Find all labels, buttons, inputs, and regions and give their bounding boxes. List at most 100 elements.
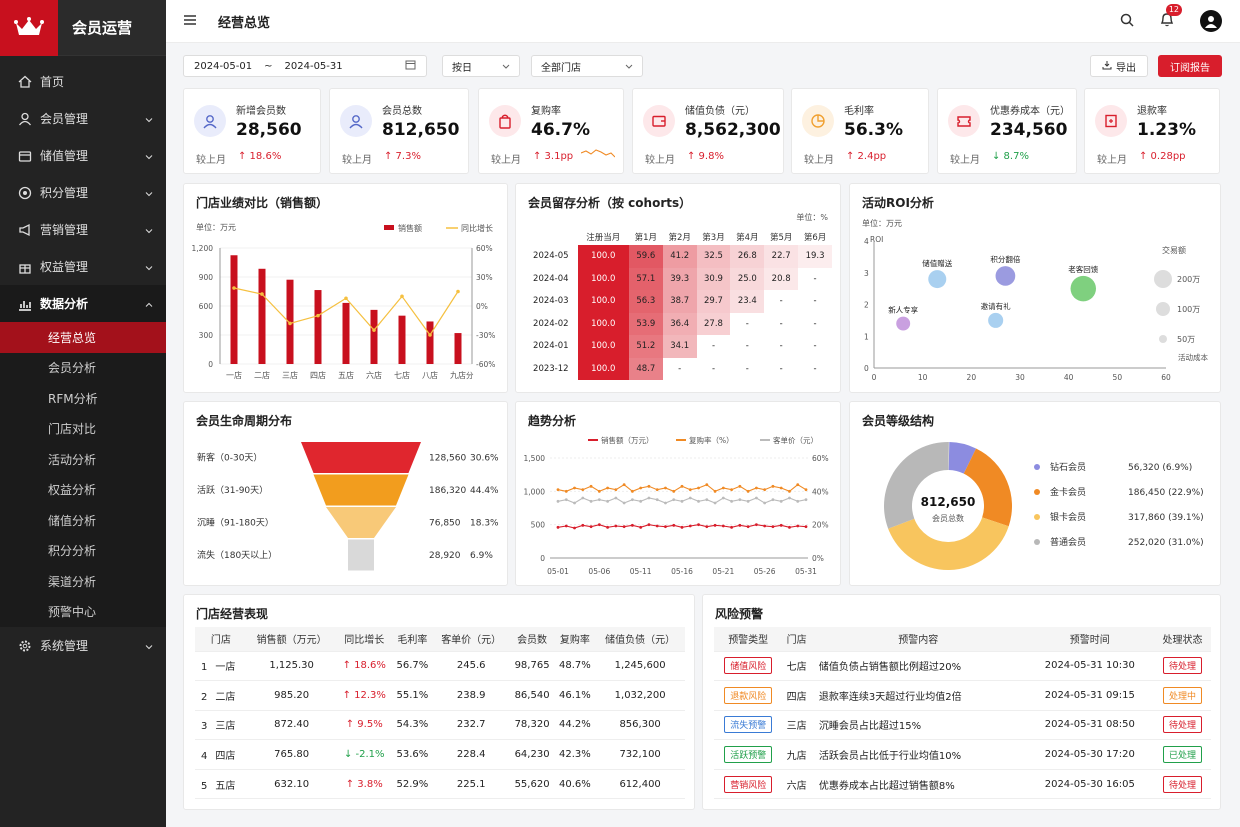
store-aov-cell: 228.4 (432, 739, 510, 770)
store-members-cell: 64,230 (509, 739, 555, 770)
notification-bell-icon[interactable]: 12 (1160, 4, 1182, 30)
store-table-col-header: 毛利率 (392, 627, 433, 652)
roi-bubble (896, 316, 911, 331)
sidebar-item-4[interactable]: 营销管理 (0, 211, 166, 248)
risk-status-tag[interactable]: 处理中 (1162, 686, 1202, 704)
retention-col-header: 第5月 (769, 233, 793, 243)
risk-status-tag[interactable]: 待处理 (1162, 775, 1202, 793)
sidebar-subitem-7[interactable]: 积分分析 (0, 536, 166, 567)
trend-xtick: 05-31 (795, 567, 817, 576)
store-rank: 2 (201, 691, 208, 703)
retention-cell: 38.7 (662, 290, 697, 313)
kpi-value: 234,560 (990, 120, 1068, 140)
subscribe-report-button[interactable]: 订阅报告 (1158, 55, 1222, 77)
trend-point (647, 496, 651, 500)
period-select[interactable]: 按日 (442, 55, 520, 77)
sidebar-subitem-1[interactable]: 会员分析 (0, 353, 166, 384)
bar-mark (230, 255, 238, 364)
retention-cell: 100.0 (577, 312, 629, 335)
risk-status-tag[interactable]: 待处理 (1162, 716, 1202, 734)
period-select-value: 按日 (452, 62, 472, 74)
table-row[interactable]: 2 二店 985.20 ↑ 12.3% 55.1% 238.9 86,540 46.1% 1,0… (195, 680, 685, 711)
bar-y2tick-label: -60% (476, 360, 495, 369)
sidebar-item-0[interactable]: 首页 (0, 63, 166, 100)
table-row[interactable]: 营销风险 六店 优惠券成本占比超过销售额8% 2024-05-30 16:05 待处理 (714, 769, 1211, 800)
sidebar-item-6[interactable]: 数据分析 (0, 285, 166, 322)
table-row[interactable]: 3 三店 872.40 ↑ 9.5% 54.3% 232.7 78,320 44.2% 856,… (195, 710, 685, 741)
table-row[interactable]: 流失预警 三店 沉睡会员占比超过15% 2024-05-31 08:50 待处理 (714, 710, 1211, 741)
trend-xtick: 05-16 (671, 567, 693, 576)
trend-point (597, 523, 601, 527)
risk-store-cell: 六店 (782, 769, 811, 800)
risk-status-tag[interactable]: 待处理 (1162, 657, 1202, 675)
trend-y2tick: 20% (812, 521, 829, 530)
retention-cell: 48.7 (628, 357, 663, 380)
date-separator: ~ (264, 60, 273, 72)
table-row[interactable]: 4 四店 765.80 ↓ -2.1% 53.6% 228.4 64,230 42.3% 732… (195, 739, 685, 770)
home-icon (18, 75, 32, 89)
kpi-card-2: 复购率 46.7% 较上月 ↑ 3.1pp (478, 88, 624, 174)
user-avatar[interactable] (1200, 10, 1222, 32)
sidebar-subitem-4[interactable]: 活动分析 (0, 444, 166, 475)
sidebar-subitem-5[interactable]: 权益分析 (0, 475, 166, 506)
store-performance-card: 门店经营表现 门店 销售额（万元） 同比增长 毛利率 客单价（元） 会员数 复购率 储值负债（… (183, 594, 695, 810)
table-row[interactable]: 活跃预警 九店 活跃会员占比低于行业均值10% 2024-05-30 17:20 已处理 (714, 739, 1211, 770)
user-icon (18, 112, 32, 126)
bar-category-label: 四店 (310, 370, 326, 380)
risk-status-cell: 待处理 (1153, 769, 1211, 800)
export-button[interactable]: 导出 (1090, 55, 1148, 77)
sidebar-item-1[interactable]: 会员管理 (0, 100, 166, 137)
crown-logo-icon (0, 0, 58, 56)
search-icon[interactable] (1120, 13, 1134, 30)
kpi-value: 8,562,300 (685, 120, 781, 140)
trend-legend-label: 销售额（万元） (601, 435, 654, 445)
trend-legend-label: 客单价（元） (773, 435, 818, 445)
trend-point (713, 489, 717, 493)
retention-cell: - (745, 363, 749, 374)
roi-bubble-label: 邀请有礼 (981, 301, 1011, 311)
table-row[interactable]: 1 一店 1,125.30 ↑ 18.6% 56.7% 245.6 98,765 48.7% 1… (195, 651, 685, 682)
tier-card: 会员等级结构 812,650 会员总数 钻石会员 56,320 (6.9%) 金卡会员 1… (849, 401, 1221, 586)
trend-point (622, 483, 626, 487)
points-icon (18, 186, 32, 200)
menu-toggle-icon[interactable] (184, 14, 196, 28)
sidebar-subitem-2[interactable]: RFM分析 (0, 383, 166, 414)
sidebar-item-2[interactable]: 储值管理 (0, 137, 166, 174)
risk-type-tag: 流失预警 (724, 716, 773, 734)
date-range-picker[interactable]: 2024-05-01 ~ 2024-05-31 (183, 55, 427, 77)
table-row[interactable]: 5 五店 632.10 ↑ 3.8% 52.9% 225.1 55,620 40.6% 612,… (195, 769, 685, 800)
funnel-stage (313, 474, 409, 506)
store-table-col-header: 销售额（万元） (246, 627, 337, 652)
donut-slice (888, 517, 1009, 570)
wallet-icon (643, 105, 675, 137)
kpi-label: 退款率 (1137, 106, 1167, 117)
sidebar-subitem-8[interactable]: 渠道分析 (0, 566, 166, 597)
sidebar-subitem-9[interactable]: 预警中心 (0, 597, 166, 628)
retention-cell: - (813, 341, 817, 352)
risk-content-cell: 优惠券成本占比超过销售额8% (810, 769, 1026, 800)
table-row[interactable]: 退款风险 四店 退款率连续3天超过行业均值2倍 2024-05-31 09:15 处理中 (714, 680, 1211, 711)
sidebar-subitem-6[interactable]: 储值分析 (0, 505, 166, 536)
date-start: 2024-05-01 (194, 60, 253, 72)
trend-point (672, 498, 676, 502)
donut-legend-name: 银卡会员 (1050, 511, 1086, 523)
trend-point (573, 486, 576, 490)
risk-status-tag[interactable]: 已处理 (1162, 746, 1202, 764)
risk-content-cell: 储值负债占销售额比例超过20% (810, 651, 1026, 682)
sidebar-subitem-0[interactable]: 经营总览 (0, 322, 166, 353)
roi-size-legend-title: 交易额 (1162, 245, 1186, 255)
donut-slice (963, 448, 1012, 527)
store-table-col-header: 复购率 (554, 627, 596, 652)
sidebar-item-7[interactable]: 系统管理 (0, 627, 166, 664)
roi-unit: 单位：万元 (862, 218, 902, 228)
sidebar-subitem-3[interactable]: 门店对比 (0, 414, 166, 445)
sidebar-item-3[interactable]: 积分管理 (0, 174, 166, 211)
kpi-change: ↑ 7.3% (384, 151, 421, 162)
legend-label-growth: 同比增长 (461, 223, 493, 233)
table-row[interactable]: 储值风险 七店 储值负债占销售额比例超过20% 2024-05-31 10:30 待处理 (714, 651, 1211, 682)
retention-cell: 29.7 (696, 290, 731, 313)
sidebar-item-5[interactable]: 权益管理 (0, 248, 166, 285)
trend-point (705, 525, 709, 529)
store-select[interactable]: 全部门店 (531, 55, 643, 77)
user-icon (194, 105, 226, 137)
